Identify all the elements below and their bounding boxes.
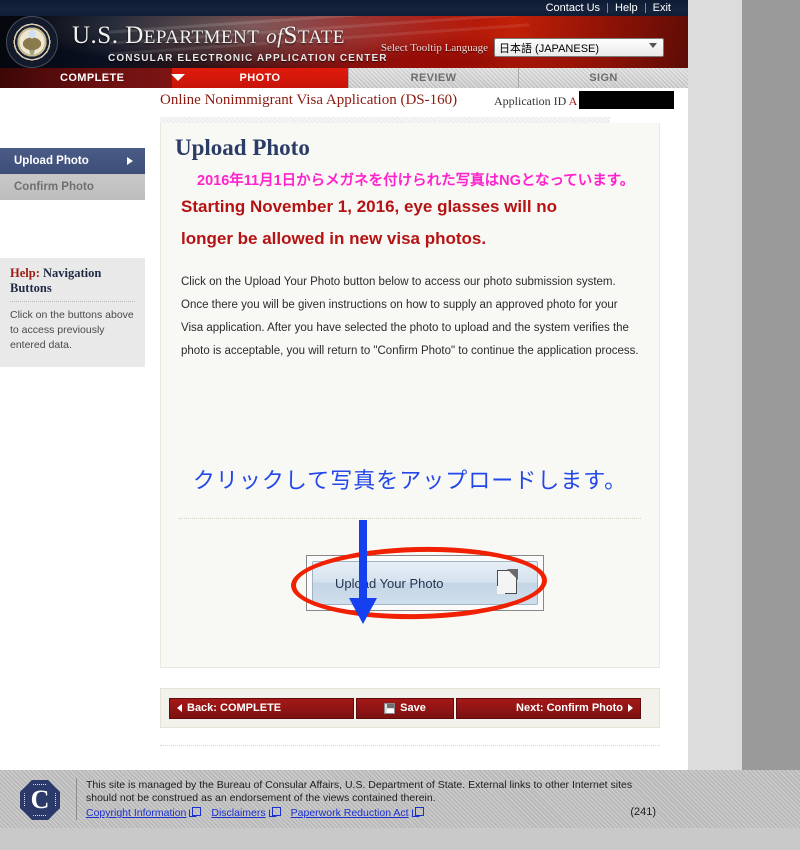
contact-us-link[interactable]: Contact Us: [539, 0, 607, 16]
upload-your-photo-button[interactable]: Upload Your Photo: [312, 561, 538, 605]
instructions-paragraph: Click on the Upload Your Photo button be…: [181, 276, 639, 357]
help-panel-title-highlight: Help:: [10, 266, 40, 280]
application-id-label: Application ID: [494, 94, 569, 108]
brand-title: U.S. DEPARTMENT ofSTATE: [72, 22, 388, 52]
page-title: Online Nonimmigrant Visa Application (DS…: [160, 92, 458, 108]
brand-subtitle: CONSULAR ELECTRONIC APPLICATION CENTER: [108, 53, 388, 64]
help-panel: Help: Navigation Buttons Click on the bu…: [0, 258, 145, 367]
content-heading: Upload Photo: [175, 135, 310, 160]
triangle-down-icon: [171, 74, 185, 81]
annotation-japanese: クリックして写真をアップロードします。: [192, 468, 628, 493]
divider: [160, 745, 660, 746]
sidebar-item-upload-photo-label: Upload Photo: [14, 155, 89, 167]
warning-japanese: 2016年11月1日からメガネを付けられた写真はNGとなっています。: [197, 173, 635, 189]
sidebar-item-upload-photo[interactable]: Upload Photo: [0, 148, 145, 174]
top-utility-bar: Contact Us Help Exit: [0, 0, 688, 16]
application-header: Online Nonimmigrant Visa Application (DS…: [160, 90, 688, 115]
tab-sign[interactable]: SIGN: [518, 68, 688, 88]
tooltip-language-select[interactable]: 日本語 (JAPANESE): [494, 38, 664, 57]
copyright-information-label: Copyright Information: [86, 807, 187, 819]
tab-sign-label: SIGN: [589, 72, 618, 84]
form-navigation-bar: Back: COMPLETE Save Next: Confirm Photo: [160, 688, 660, 728]
exit-link[interactable]: Exit: [646, 0, 678, 16]
triangle-left-icon: [177, 704, 182, 712]
tab-photo[interactable]: PHOTO: [171, 68, 348, 88]
brand-part-2: EPARTMENT: [143, 27, 260, 48]
sidebar-nav: Upload Photo Confirm Photo: [0, 148, 145, 200]
floppy-disk-icon: [384, 702, 396, 714]
tooltip-language-value: 日本語 (JAPANESE): [499, 42, 600, 55]
right-dark-gutter: [742, 0, 800, 850]
brand-part-3: of: [266, 24, 284, 48]
page-count: (241): [630, 806, 656, 818]
help-panel-title: Help: Navigation Buttons: [10, 266, 135, 296]
divider: [179, 518, 641, 519]
footer-links: Copyright Information Disclaimers Paperw…: [86, 807, 424, 819]
footer-inner: C This site is managed by the Bureau of …: [0, 770, 688, 828]
brand-part-4: S: [283, 22, 298, 49]
tab-review[interactable]: REVIEW: [348, 68, 518, 88]
consular-affairs-seal-icon: C: [20, 780, 60, 820]
document-upload-icon: [497, 570, 517, 594]
upload-photo-block: Upload Your Photo: [173, 544, 647, 622]
external-link-icon: [189, 807, 202, 817]
disclaimers-link[interactable]: Disclaimers: [211, 807, 281, 819]
external-link-icon: [411, 807, 424, 817]
paperwork-reduction-act-link[interactable]: Paperwork Reduction Act: [290, 807, 424, 819]
back-button[interactable]: Back: COMPLETE: [169, 697, 354, 719]
progress-tabs: COMPLETE PHOTO REVIEW SIGN: [0, 68, 688, 88]
sidebar-item-confirm-photo-label: Confirm Photo: [14, 181, 94, 193]
arrow-right-icon: [127, 157, 133, 165]
divider: [76, 778, 77, 820]
screenshot-root: Contact Us Help Exit U.S. DEPARTMENT ofS…: [0, 0, 800, 850]
paperwork-reduction-act-label: Paperwork Reduction Act: [290, 807, 409, 819]
disclaimers-label: Disclaimers: [211, 807, 266, 819]
chevron-down-icon: [649, 43, 657, 48]
tooltip-language-control: Select Tooltip Language 日本語 (JAPANESE): [381, 38, 664, 57]
help-panel-text: Click on the buttons above to access pre…: [10, 309, 134, 351]
brand-part-5: TATE: [297, 27, 345, 48]
tab-complete-label: COMPLETE: [60, 72, 125, 84]
consular-affairs-seal-letter: C: [30, 785, 50, 814]
footer-bottom-strip: [0, 828, 800, 850]
save-button-label: Save: [400, 702, 426, 714]
brand-lockup: U.S. DEPARTMENT ofSTATE CONSULAR ELECTRO…: [72, 22, 388, 64]
brand-part-1: U.S. D: [72, 22, 144, 49]
tooltip-language-label: Select Tooltip Language: [380, 41, 488, 54]
application-id: Application ID A: [494, 94, 577, 109]
tab-photo-label: PHOTO: [239, 72, 281, 84]
triangle-right-icon: [628, 704, 633, 712]
page-shell: Contact Us Help Exit U.S. DEPARTMENT ofS…: [0, 0, 688, 822]
warning-english-line1: Starting November 1, 2016, eye glasses w…: [181, 197, 558, 216]
redaction-bar: [579, 91, 674, 109]
site-footer: C This site is managed by the Bureau of …: [0, 770, 800, 828]
main-content-panel: Upload Photo 2016年11月1日からメガネを付けられた写真はNGと…: [160, 123, 660, 668]
divider: [10, 301, 135, 302]
external-link-icon: [268, 807, 281, 817]
help-link[interactable]: Help: [608, 0, 645, 16]
tab-complete[interactable]: COMPLETE: [0, 68, 172, 88]
upload-your-photo-label: Upload Your Photo: [335, 575, 444, 591]
upload-button-frame: Upload Your Photo: [306, 555, 544, 611]
right-light-gutter: [688, 0, 742, 850]
warning-english-line2: longer be allowed in new visa photos.: [181, 229, 487, 248]
save-button[interactable]: Save: [356, 697, 454, 719]
eagle-icon: [18, 27, 46, 57]
next-button-label: Next: Confirm Photo: [516, 702, 623, 714]
footer-disclaimer: This site is managed by the Bureau of Co…: [86, 779, 633, 804]
top-utility-links: Contact Us Help Exit: [539, 0, 678, 16]
back-button-label: Back: COMPLETE: [187, 702, 282, 714]
copyright-information-link[interactable]: Copyright Information: [86, 807, 202, 819]
sidebar-item-confirm-photo[interactable]: Confirm Photo: [0, 174, 145, 200]
next-button[interactable]: Next: Confirm Photo: [456, 697, 641, 719]
tab-review-label: REVIEW: [410, 72, 457, 84]
application-id-prefix: A: [568, 94, 578, 108]
site-banner: U.S. DEPARTMENT ofSTATE CONSULAR ELECTRO…: [0, 16, 688, 68]
us-department-of-state-seal-icon: [6, 16, 58, 68]
